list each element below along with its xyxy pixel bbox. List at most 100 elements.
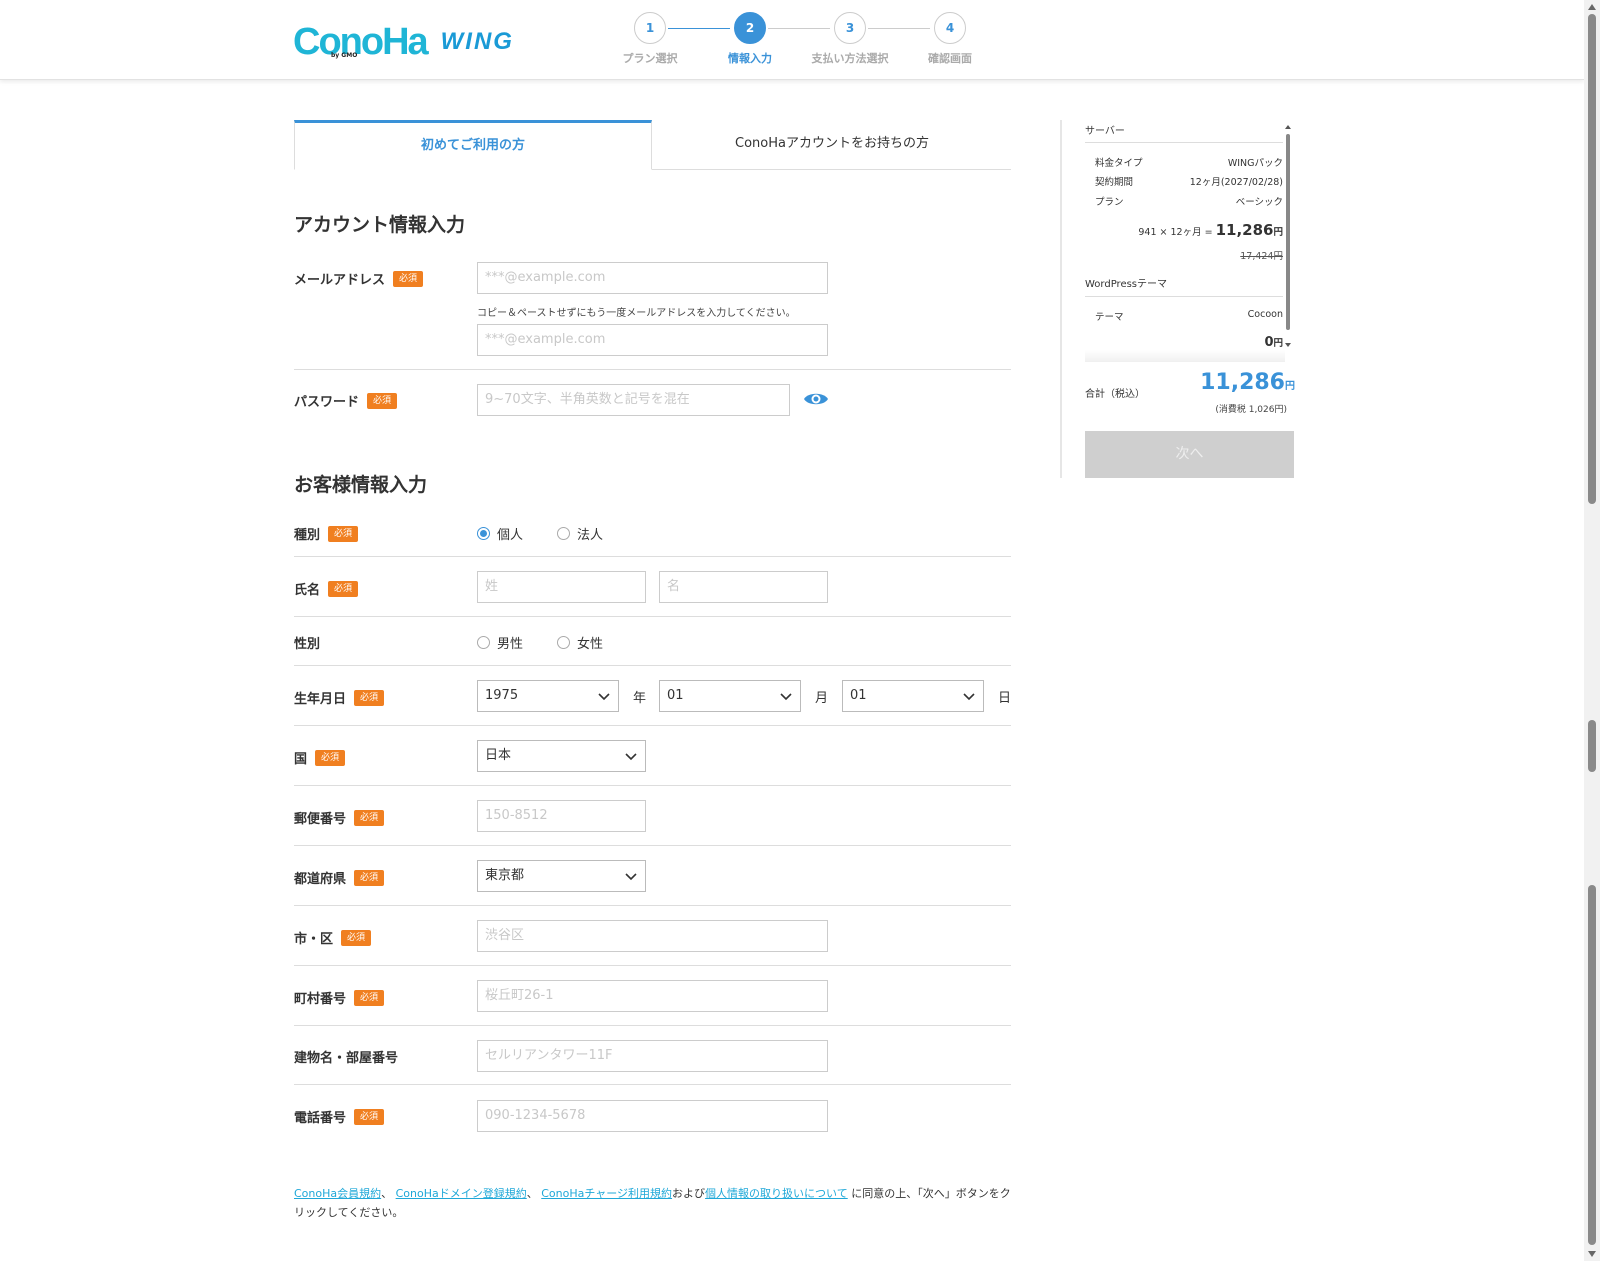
- account-section-title: アカウント情報入力: [294, 214, 466, 236]
- postal-code-input[interactable]: 150-8512: [477, 800, 646, 832]
- terms-and: および: [672, 1187, 706, 1200]
- radio-unchecked-icon: [477, 636, 490, 649]
- building-label: 建物名・部屋番号: [294, 1047, 398, 1066]
- radio-label: 女性: [577, 637, 604, 652]
- step-number: 3: [834, 12, 866, 44]
- town-input[interactable]: 桜丘町26-1: [477, 980, 828, 1012]
- summary-row-value: Cocoon: [1247, 309, 1283, 320]
- step-label: 確認画面: [928, 52, 972, 65]
- birth-day-value: 01: [850, 688, 867, 703]
- birth-month-value: 01: [667, 688, 684, 703]
- type-radio-individual[interactable]: 個人: [477, 524, 523, 543]
- scroll-thumb[interactable]: [1286, 134, 1290, 330]
- birth-month-select[interactable]: 01: [659, 680, 801, 712]
- building-label-text: 建物名・部屋番号: [294, 1051, 399, 1066]
- scroll-thumb[interactable]: [1588, 14, 1596, 504]
- site-header: ConoHa by GMO WING 1 プラン選択 2 情報入力 3 支払い方…: [0, 0, 1584, 80]
- phone-input[interactable]: 090-1234-5678: [477, 1100, 828, 1132]
- charge-terms-link[interactable]: ConoHaチャージ利用規約: [541, 1187, 672, 1200]
- logo-wing-text: WING: [440, 28, 514, 55]
- prefecture-select[interactable]: 東京都: [477, 860, 646, 892]
- scroll-down-icon[interactable]: [1588, 1251, 1596, 1257]
- required-badge: 必須: [354, 1108, 385, 1125]
- next-button[interactable]: 次へ: [1085, 431, 1294, 478]
- step-number: 2: [734, 12, 766, 44]
- radio-unchecked-icon: [557, 636, 570, 649]
- required-badge: 必須: [354, 989, 385, 1006]
- city-input[interactable]: 渋谷区: [477, 920, 828, 952]
- step-confirm: 4 確認画面: [900, 12, 1000, 66]
- privacy-policy-link[interactable]: 個人情報の取り扱いについて: [705, 1187, 848, 1200]
- prefecture-value: 東京都: [485, 868, 525, 883]
- theme-heading: WordPressテーマ: [1085, 279, 1168, 290]
- calc-prefix: 941 × 12ヶ月 =: [1138, 227, 1213, 238]
- type-label: 種別 必須: [294, 524, 359, 543]
- summary-row: 料金タイプ WINGパック: [1095, 155, 1283, 169]
- total-label: 合計（税込）: [1085, 389, 1145, 400]
- divider: [1085, 142, 1283, 143]
- eye-icon[interactable]: [803, 390, 829, 408]
- total-price-value: 11,286: [1200, 370, 1285, 395]
- divider: [294, 725, 1011, 726]
- radio-label: 法人: [577, 528, 604, 543]
- radio-checked-icon: [477, 527, 490, 540]
- divider: [294, 1025, 1011, 1026]
- summary-row-value: ベーシック: [1235, 197, 1283, 208]
- prefecture-label: 都道府県 必須: [294, 868, 385, 887]
- summary-fade: [1085, 350, 1285, 362]
- summary-row-label: 料金タイプ: [1095, 158, 1143, 169]
- year-unit: 年: [633, 691, 647, 706]
- scroll-marker: [1588, 885, 1596, 1065]
- logo-conoha-text: ConoHa: [293, 20, 429, 63]
- terms-separator: 、: [526, 1187, 538, 1200]
- yen-unit: 円: [1285, 381, 1295, 392]
- type-radio-corporate[interactable]: 法人: [557, 524, 603, 543]
- divider: [294, 845, 1011, 846]
- scroll-marker: [1588, 720, 1596, 772]
- original-price: 17,424円: [1240, 251, 1283, 262]
- country-label-text: 国: [294, 752, 308, 767]
- summary-scrollbar[interactable]: [1285, 124, 1291, 350]
- member-terms-link[interactable]: ConoHa会員規約: [294, 1187, 381, 1200]
- scroll-up-icon[interactable]: [1588, 4, 1596, 10]
- birthdate-label-text: 生年月日: [294, 692, 347, 707]
- yen-unit: 円: [1273, 227, 1283, 238]
- step-number: 4: [934, 12, 966, 44]
- country-label: 国 必須: [294, 748, 346, 767]
- step-label: 支払い方法選択: [811, 52, 889, 65]
- last-name-input[interactable]: 姓: [477, 571, 646, 603]
- gender-radio-female[interactable]: 女性: [557, 633, 603, 652]
- domain-terms-link[interactable]: ConoHaドメイン登録規約: [396, 1187, 527, 1200]
- birth-year-select[interactable]: 1975: [477, 680, 619, 712]
- month-unit: 月: [815, 691, 829, 706]
- page-scrollbar[interactable]: [1584, 0, 1600, 1261]
- first-name-input[interactable]: 名: [659, 571, 828, 603]
- summary-row: プラン ベーシック: [1095, 194, 1283, 208]
- conoha-wing-logo[interactable]: ConoHa by GMO WING: [293, 20, 514, 63]
- email-confirm-hint: コピー＆ペーストせずにもう一度メールアドレスを入力してください。: [477, 308, 796, 319]
- tab-new-user[interactable]: 初めてご利用の方: [294, 120, 652, 170]
- logo-by-gmo: by GMO: [331, 52, 358, 59]
- building-input[interactable]: セルリアンタワー11F: [477, 1040, 828, 1072]
- radio-label: 個人: [497, 528, 524, 543]
- total-price: 11,286円: [1180, 370, 1295, 395]
- email-confirm-input[interactable]: ***@example.com: [477, 324, 828, 356]
- password-input[interactable]: 9~70文字、半角英数と記号を混在: [477, 384, 790, 416]
- gender-radio-male[interactable]: 男性: [477, 633, 523, 652]
- terms-separator: 、: [381, 1187, 393, 1200]
- summary-row-value: WINGパック: [1227, 158, 1283, 169]
- yen-unit: 円: [1273, 338, 1283, 349]
- tab-existing-user[interactable]: ConoHaアカウントをお持ちの方: [653, 120, 1011, 170]
- scroll-up-icon[interactable]: [1285, 124, 1291, 130]
- required-badge: 必須: [341, 929, 372, 946]
- email-input[interactable]: ***@example.com: [477, 262, 828, 294]
- country-select[interactable]: 日本: [477, 740, 646, 772]
- prefecture-label-text: 都道府県: [294, 872, 347, 887]
- chevron-down-icon: [780, 693, 792, 701]
- scroll-down-icon[interactable]: [1285, 342, 1291, 348]
- birth-day-select[interactable]: 01: [842, 680, 984, 712]
- email-label-text: メールアドレス: [294, 273, 386, 288]
- name-label-text: 氏名: [294, 583, 321, 598]
- required-badge: 必須: [328, 525, 359, 542]
- divider: [294, 1084, 1011, 1085]
